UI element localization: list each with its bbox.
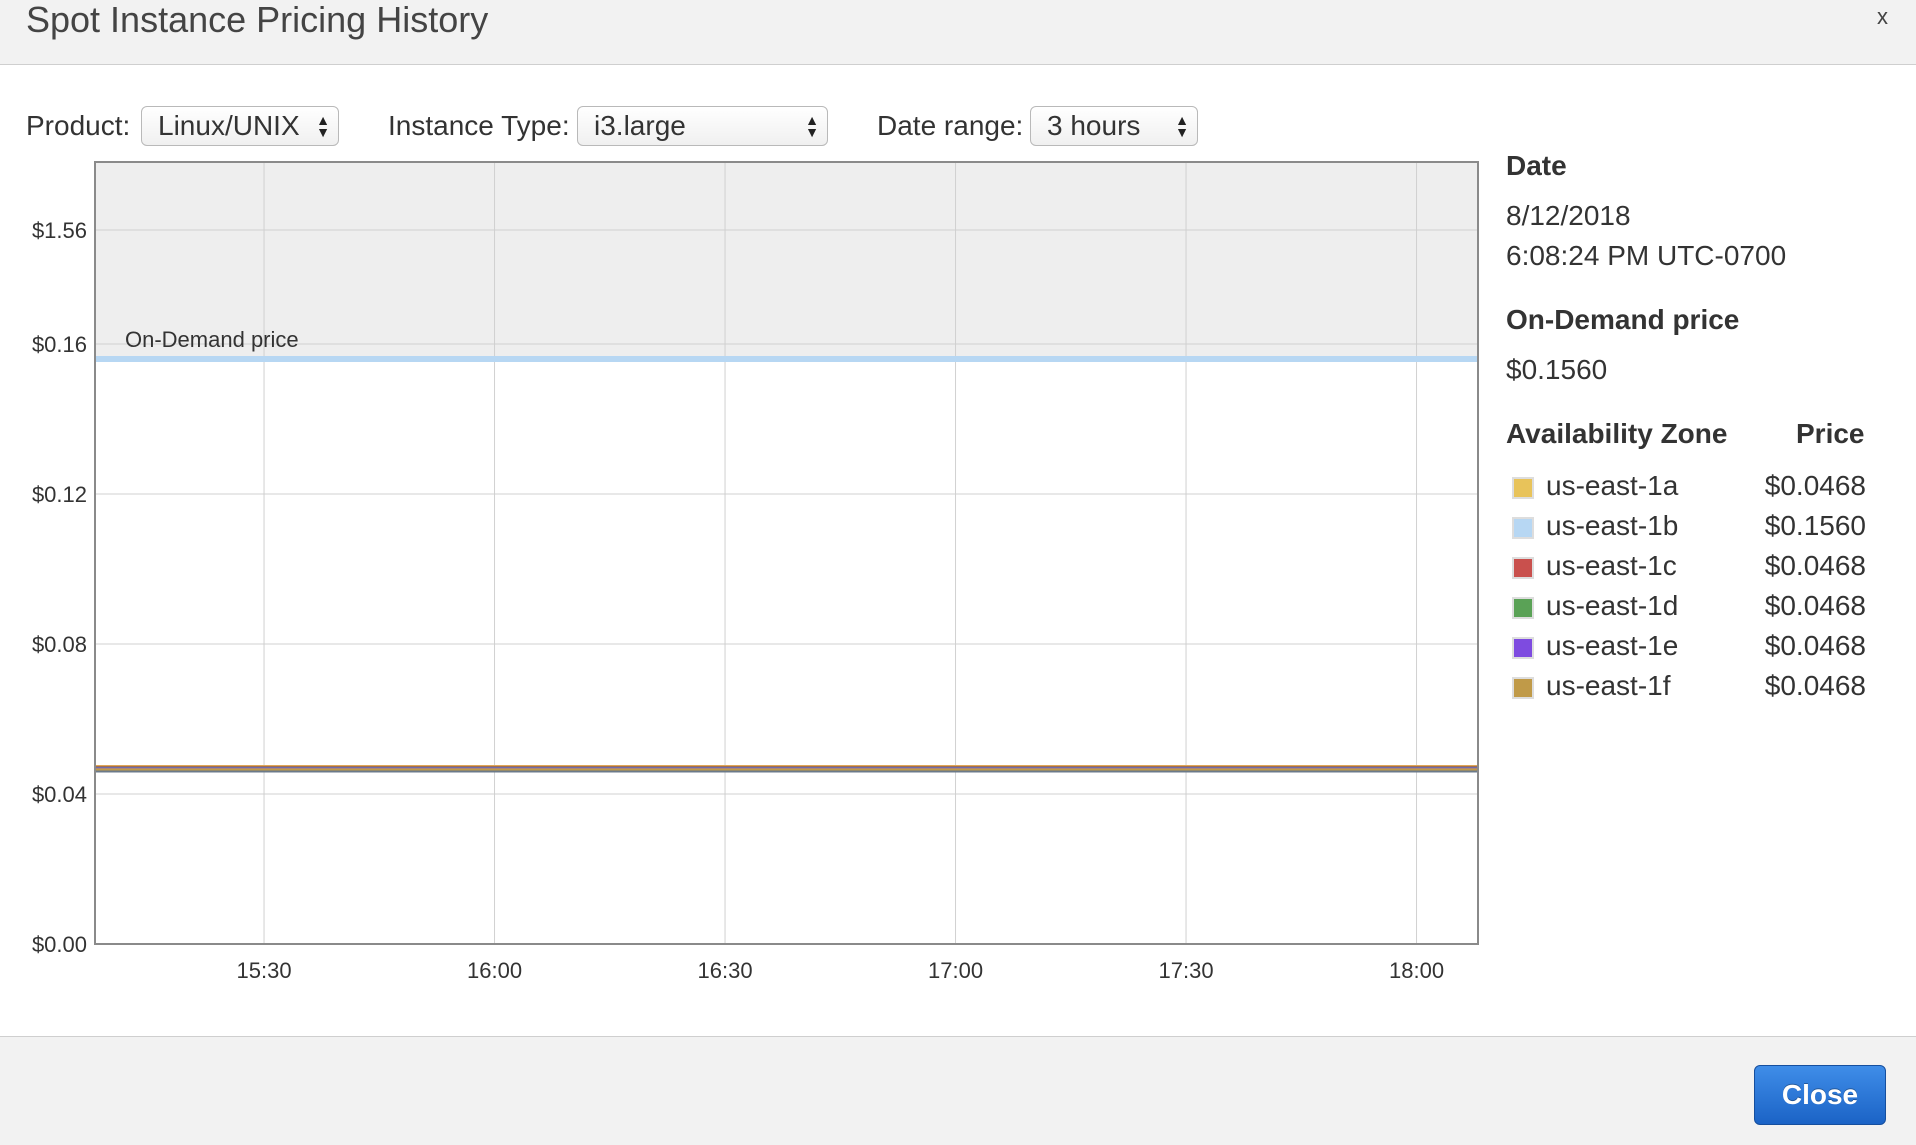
select-arrows-icon: ▲ ▼: [316, 112, 330, 140]
az-name: us-east-1d: [1546, 590, 1679, 621]
x-tick-label: 15:30: [237, 958, 292, 983]
close-icon[interactable]: x: [1877, 4, 1888, 30]
az-heading: Availability Zone: [1506, 418, 1728, 449]
date-range-select[interactable]: 3 hours ▲ ▼: [1030, 106, 1198, 146]
price-chart: $0.00 $0.04 $0.08 $0.12 $0.16 $1.56 15:30 16:00…: [0, 150, 1500, 1010]
date-value: 8/12/2018: [1506, 200, 1631, 231]
ondemand-heading: On-Demand price: [1506, 304, 1740, 335]
az-price: $0.0468: [1764, 630, 1866, 661]
x-tick-label: 16:00: [467, 958, 522, 983]
price-heading: Price: [1796, 418, 1865, 449]
color-swatch: [1512, 597, 1534, 619]
az-row-us-east-1c: us-east-1c $0.0468: [1506, 550, 1866, 586]
ondemand-value: $0.1560: [1506, 354, 1608, 385]
close-button[interactable]: Close: [1754, 1065, 1886, 1125]
y-tick-label: $0.04: [32, 782, 87, 807]
date-heading: Date: [1506, 150, 1567, 181]
instance-type-label: Instance Type:: [388, 110, 570, 141]
dialog-title: Spot Instance Pricing History: [26, 0, 489, 40]
az-name: us-east-1c: [1546, 550, 1677, 581]
product-select[interactable]: Linux/UNIX ▲ ▼: [141, 106, 339, 146]
y-tick-label: $0.16: [32, 332, 87, 357]
product-label: Product:: [26, 110, 131, 141]
x-tick-label: 17:00: [928, 958, 983, 983]
az-row-us-east-1e: us-east-1e $0.0468: [1506, 630, 1866, 666]
az-price: $0.0468: [1764, 590, 1866, 621]
ondemand-line-label: On-Demand price: [125, 327, 299, 352]
time-value: 6:08:24 PM UTC-0700: [1506, 240, 1787, 271]
color-swatch: [1512, 677, 1534, 699]
date-range-label: Date range:: [877, 110, 1024, 141]
color-swatch: [1512, 557, 1534, 579]
color-swatch: [1512, 517, 1534, 539]
az-price: $0.0468: [1764, 470, 1866, 501]
az-price: $0.0468: [1764, 550, 1866, 581]
az-price: $0.1560: [1764, 510, 1866, 541]
color-swatch: [1512, 477, 1534, 499]
price-chart-svg: $0.00 $0.04 $0.08 $0.12 $0.16 $1.56 15:30 16:00…: [32, 161, 1479, 983]
az-row-us-east-1b: us-east-1b $0.1560: [1506, 510, 1866, 546]
x-tick-label: 16:30: [698, 958, 753, 983]
az-row-us-east-1f: us-east-1f $0.0468: [1506, 670, 1866, 706]
az-name: us-east-1a: [1546, 470, 1679, 501]
instance-type-select[interactable]: i3.large ▲ ▼: [577, 106, 828, 146]
select-arrows-icon: ▲ ▼: [805, 112, 819, 140]
az-name: us-east-1e: [1546, 630, 1679, 661]
y-tick-label: $0.00: [32, 932, 87, 957]
az-row-us-east-1a: us-east-1a $0.0468: [1506, 470, 1866, 506]
x-tick-label: 18:00: [1389, 958, 1444, 983]
select-arrows-icon: ▲ ▼: [1175, 112, 1189, 140]
y-tick-label: $1.56: [32, 218, 87, 243]
above-ondemand-region: [95, 162, 1478, 359]
az-price: $0.0468: [1764, 670, 1866, 701]
color-swatch: [1512, 637, 1534, 659]
az-name: us-east-1b: [1546, 510, 1679, 541]
dialog-header: Spot Instance Pricing History x: [0, 0, 1916, 65]
product-select-value: Linux/UNIX: [158, 110, 300, 141]
az-name: us-east-1f: [1546, 670, 1671, 701]
az-row-us-east-1d: us-east-1d $0.0468: [1506, 590, 1866, 626]
instance-type-select-value: i3.large: [594, 110, 686, 141]
date-range-select-value: 3 hours: [1047, 110, 1141, 141]
dialog-footer: Close: [0, 1036, 1916, 1145]
y-tick-label: $0.12: [32, 482, 87, 507]
x-tick-label: 17:30: [1159, 958, 1214, 983]
y-tick-label: $0.08: [32, 632, 87, 657]
